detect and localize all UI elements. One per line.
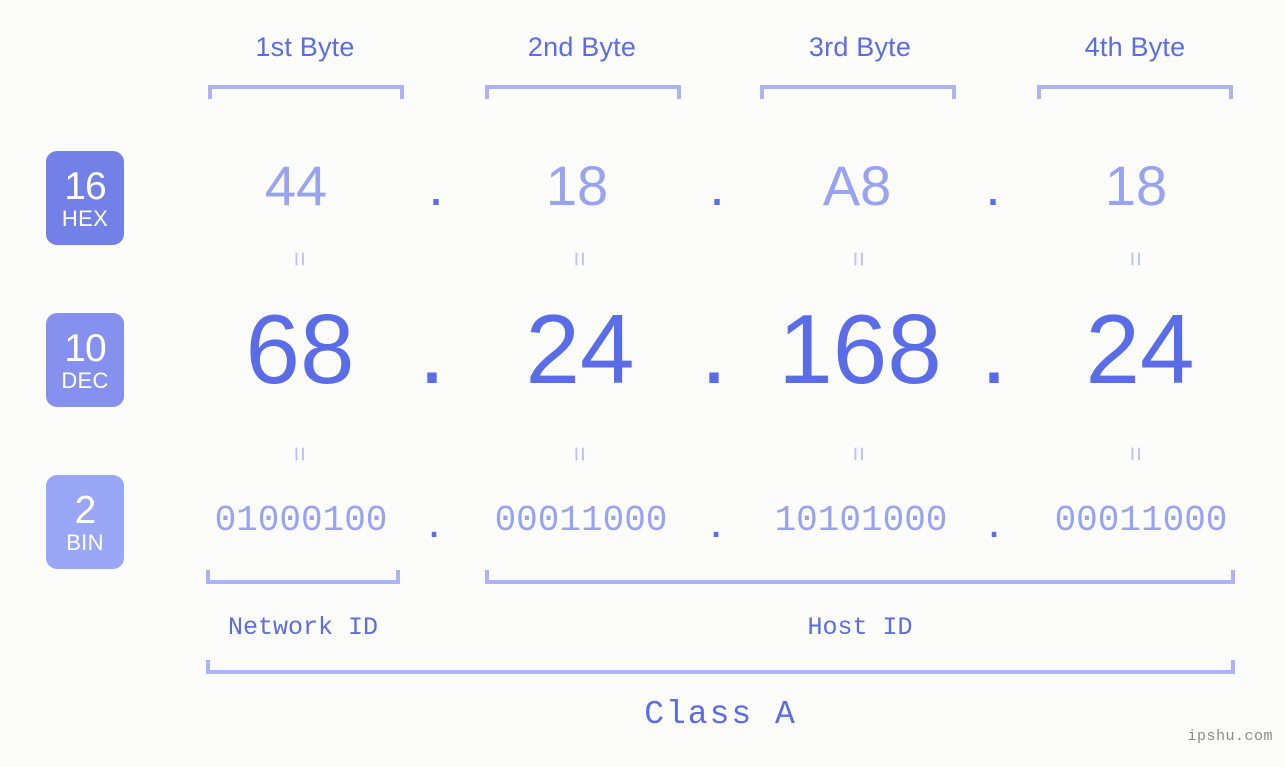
host-id-label: Host ID [807, 613, 913, 642]
network-id-bracket-icon [206, 570, 400, 584]
base-badge-dec-number: 10 [64, 326, 106, 370]
bin-byte-2: 00011000 [494, 500, 668, 541]
equals-icon-dec-bin-3: = [844, 446, 874, 462]
hex-byte-4: 18 [1104, 154, 1168, 217]
equals-icon-hex-dec-4: = [1121, 251, 1151, 267]
byte-bracket-1-icon [208, 85, 404, 99]
equals-icon-hex-dec-3: = [844, 251, 874, 267]
hex-byte-2: 18 [545, 154, 609, 217]
dec-dot-2: . [700, 294, 728, 404]
byte-bracket-2-icon [485, 85, 681, 99]
bin-byte-4: 00011000 [1054, 500, 1228, 541]
base-badge-hex-number: 16 [64, 164, 106, 208]
hex-byte-1: 44 [264, 154, 328, 217]
base-badge-hex: 16 HEX [46, 151, 124, 245]
bin-dot-1: . [427, 495, 441, 548]
dec-dot-1: . [418, 294, 446, 404]
byte-bracket-4-icon [1037, 85, 1233, 99]
base-badge-dec-name: DEC [61, 367, 109, 393]
base-badge-dec: 10 DEC [46, 313, 124, 407]
equals-icon-hex-dec-1: = [285, 251, 315, 267]
class-label: Class A [644, 696, 797, 733]
equals-icon-dec-bin-4: = [1121, 446, 1151, 462]
hex-byte-3: A8 [822, 154, 892, 217]
equals-icon-dec-bin-1: = [285, 446, 315, 462]
equals-icon-dec-bin-2: = [565, 446, 595, 462]
base-badge-bin: 2 BIN [46, 475, 124, 569]
base-badge-bin-number: 2 [74, 488, 97, 532]
bin-byte-3: 10101000 [774, 500, 948, 541]
equals-icon-hex-dec-2: = [565, 251, 595, 267]
dec-byte-1: 68 [245, 294, 355, 404]
host-id-bracket-icon [485, 570, 1235, 584]
bin-dot-2: . [709, 495, 723, 548]
base-badge-bin-name: BIN [66, 529, 104, 555]
class-bracket-icon [206, 660, 1235, 674]
dec-byte-2: 24 [525, 294, 635, 404]
byte-bracket-3-icon [760, 85, 956, 99]
dec-dot-3: . [980, 294, 1008, 404]
bin-dot-3: . [987, 495, 1001, 548]
byte-header-3: 3rd Byte [808, 32, 912, 62]
network-id-label: Network ID [227, 613, 379, 642]
watermark: ipshu.com [1187, 728, 1273, 745]
base-badge-hex-name: HEX [61, 205, 109, 231]
byte-header-4: 4th Byte [1084, 32, 1186, 62]
bin-byte-1: 01000100 [214, 500, 388, 541]
byte-header-2: 2nd Byte [527, 32, 637, 62]
dec-byte-3: 168 [778, 294, 942, 404]
byte-header-1: 1st Byte [255, 32, 355, 62]
dec-byte-4: 24 [1085, 294, 1195, 404]
ip-byte-breakdown-diagram: 1st Byte 2nd Byte 3rd Byte 4th Byte 16 H… [0, 0, 1285, 767]
